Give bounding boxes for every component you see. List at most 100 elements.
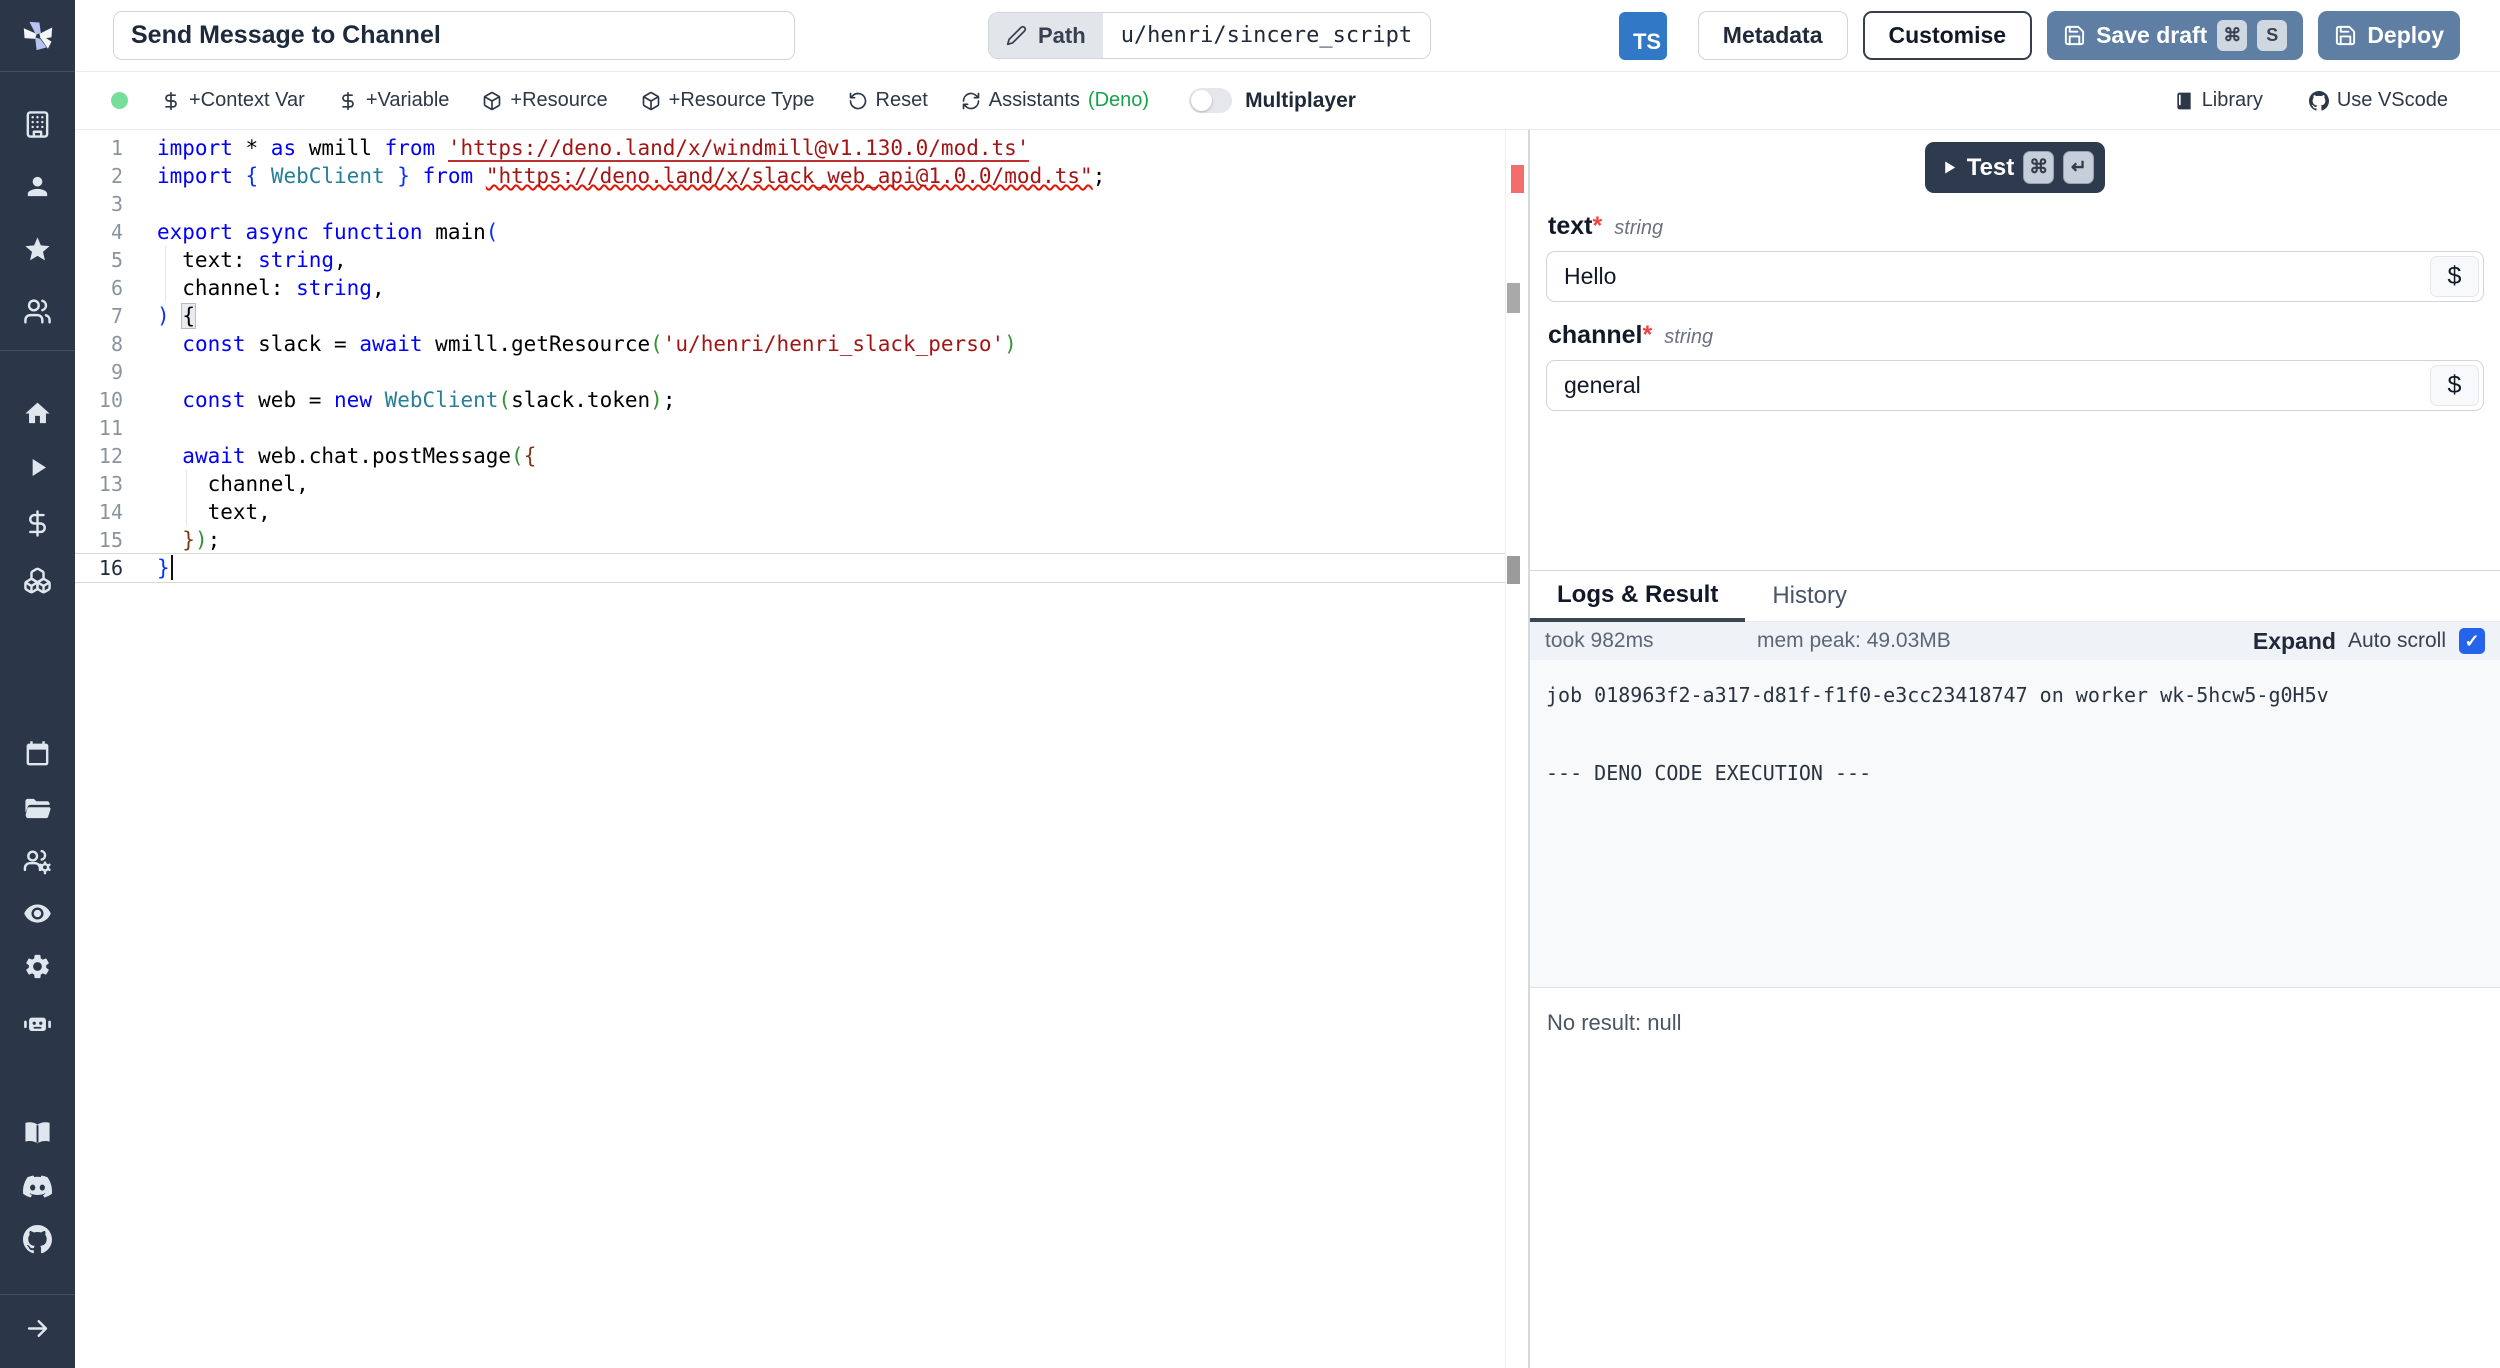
deploy-button[interactable]: Deploy — [2318, 11, 2460, 60]
channel-field-input[interactable] — [1547, 361, 2483, 410]
text-field-input[interactable] — [1547, 252, 2483, 301]
gear-icon[interactable] — [21, 949, 55, 983]
sidebar-divider — [0, 1294, 75, 1295]
duration-stat: took 982ms — [1545, 629, 1654, 652]
play-icon[interactable] — [21, 450, 55, 484]
folder-open-icon[interactable] — [21, 791, 55, 825]
save-icon — [2336, 25, 2356, 46]
code-line[interactable]: text, — [157, 498, 1505, 526]
code-token: } — [397, 164, 410, 188]
code-token: , — [334, 248, 347, 272]
code-line[interactable]: const slack = await wmill.getResource('u… — [157, 330, 1505, 358]
eye-icon[interactable] — [21, 896, 55, 930]
dollar-icon — [341, 91, 354, 110]
code-token: ( — [498, 388, 512, 412]
code-line[interactable]: import * as wmill from 'https://deno.lan… — [157, 134, 1505, 162]
right-panel: Test ⌘ ↵ text * string $ — [1530, 130, 2500, 1368]
windmill-logo[interactable] — [21, 19, 55, 53]
code-token: import — [157, 164, 233, 188]
code-token: const — [182, 332, 246, 356]
editor-code: import * as wmill from 'https://deno.lan… — [75, 134, 1505, 583]
calendar-icon[interactable] — [21, 737, 55, 771]
scrollbar-thumb[interactable] — [1507, 283, 1520, 313]
code-line[interactable]: ) { — [157, 302, 1505, 330]
add-context-var-button[interactable]: +Context Var — [161, 89, 305, 112]
add-resource-type-button[interactable]: +Resource Type — [641, 89, 815, 112]
tab-history[interactable]: History — [1745, 571, 1874, 621]
script-title-input[interactable] — [113, 11, 795, 60]
code-line[interactable] — [157, 414, 1505, 442]
arrow-right-icon[interactable] — [21, 1311, 55, 1345]
bot-icon[interactable] — [21, 1005, 55, 1039]
code-token: wmill.getResource — [422, 332, 651, 356]
expand-button[interactable]: Expand — [2253, 628, 2336, 655]
star-icon[interactable] — [21, 232, 55, 266]
metadata-button[interactable]: Metadata — [1697, 11, 1848, 60]
discord-icon[interactable] — [21, 1169, 55, 1203]
book-icon — [2177, 92, 2191, 109]
code-token: channel, — [157, 472, 309, 496]
customise-button[interactable]: Customise — [1862, 11, 2033, 60]
code-token: 'https://deno.land/x/windmill@v1.130.0/m… — [447, 136, 1030, 162]
save-draft-button[interactable]: Save draft ⌘ S — [2047, 11, 2304, 60]
library-button[interactable]: Library — [2174, 89, 2263, 112]
insert-variable-button[interactable]: $ — [2430, 365, 2479, 406]
boxes-icon[interactable] — [21, 563, 55, 597]
reset-button[interactable]: Reset — [848, 89, 928, 112]
line-number: 5 — [110, 248, 123, 272]
code-token: function — [321, 220, 423, 244]
users-icon[interactable] — [21, 294, 55, 328]
code-token: wmill — [296, 136, 385, 160]
code-line[interactable] — [157, 358, 1505, 386]
add-resource-button[interactable]: +Resource — [482, 89, 608, 112]
code-line[interactable]: await web.chat.postMessage({ — [157, 442, 1505, 470]
line-number: 4 — [110, 220, 123, 244]
code-line[interactable]: channel, — [157, 470, 1505, 498]
code-token: export — [157, 220, 233, 244]
add-resource-label: +Resource — [510, 89, 608, 111]
code-line[interactable]: }); — [157, 526, 1505, 554]
assistants-button[interactable]: Assistants (Deno) — [961, 89, 1149, 112]
autoscroll-checkbox[interactable]: ✓ — [2459, 628, 2485, 654]
use-vscode-button[interactable]: Use VScode — [2308, 89, 2448, 112]
text-field-wrap: $ — [1546, 251, 2484, 302]
editor-toolbar: +Context Var +Variable +Resource +Resour… — [75, 72, 2500, 130]
line-number: 13 — [98, 472, 123, 496]
line-number: 16 — [98, 556, 123, 580]
code-line[interactable]: text: string, — [157, 246, 1505, 274]
github-icon[interactable] — [21, 1222, 55, 1256]
required-asterisk: * — [1592, 212, 1603, 240]
assistants-lang: (Deno) — [1087, 89, 1150, 111]
multiplayer-toggle[interactable] — [1189, 88, 1233, 113]
code-token: ) — [1004, 332, 1017, 356]
code-token: slack.token — [511, 388, 651, 412]
code-line[interactable] — [157, 190, 1505, 218]
code-line[interactable]: channel: string, — [157, 274, 1505, 302]
test-button[interactable]: Test ⌘ ↵ — [1924, 142, 2106, 193]
code-editor[interactable]: 1 2 3 4 5 6 7 8 9 10 11 12 13 14 15 16 import * as wmil… — [75, 130, 1528, 1368]
kbd-cmd: ⌘ — [2023, 151, 2055, 184]
add-variable-button[interactable]: +Variable — [338, 89, 449, 112]
code-line[interactable]: import { WebClient } from "https://deno.… — [157, 162, 1505, 190]
path-button[interactable]: Path u/henri/sincere_script — [988, 12, 1432, 59]
code-line[interactable]: } — [75, 553, 1505, 583]
tab-logs-result[interactable]: Logs & Result — [1530, 571, 1746, 622]
home-icon[interactable] — [21, 396, 55, 430]
book-open-icon[interactable] — [21, 1115, 55, 1149]
indent-guide — [165, 274, 166, 302]
field-name: channel — [1548, 321, 1643, 349]
memory-stat: mem peak: 49.03MB — [1757, 629, 1951, 652]
users-cog-icon[interactable] — [21, 844, 55, 878]
kbd-cmd: ⌘ — [2217, 20, 2248, 51]
code-line[interactable]: export async function main( — [157, 218, 1505, 246]
insert-variable-button[interactable]: $ — [2430, 256, 2479, 297]
code-token: async — [245, 220, 309, 244]
user-icon[interactable] — [21, 169, 55, 203]
dollar-icon[interactable] — [21, 506, 55, 540]
results-panel: Logs & Result History took 982ms mem pea… — [1530, 570, 2500, 1368]
code-line[interactable]: const web = new WebClient(slack.token); — [157, 386, 1505, 414]
building-icon[interactable] — [21, 107, 55, 141]
